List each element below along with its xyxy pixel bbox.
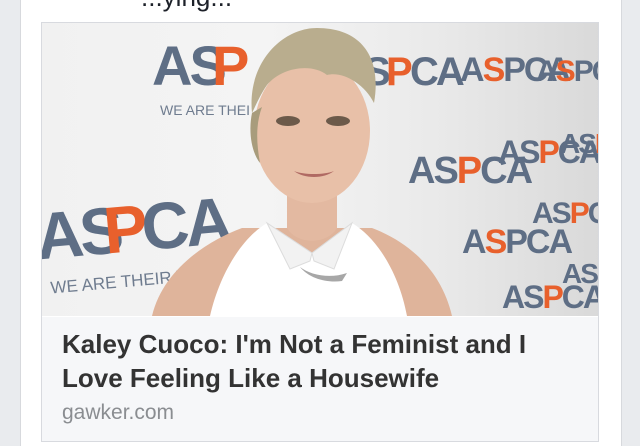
link-headline[interactable]: Kaley Cuoco: I'm Not a Feminist and I Lo… xyxy=(62,327,582,395)
svg-text:WE ARE THEI: WE ARE THEI xyxy=(160,102,250,118)
news-feed-column: ...ying... AS P WE ARE THEI AS P CA WE A… xyxy=(20,0,622,446)
svg-text:CA: CA xyxy=(410,50,464,94)
svg-text:ASPCA: ASPCA xyxy=(536,55,599,88)
photo-aspca-backdrop: AS P WE ARE THEI AS P CA WE ARE THEIR VO… xyxy=(42,28,599,316)
link-preview-image[interactable]: AS P WE ARE THEI AS P CA WE ARE THEIR VO… xyxy=(42,23,599,316)
link-preview-caption[interactable]: Kaley Cuoco: I'm Not a Feminist and I Lo… xyxy=(42,317,598,441)
backdrop-logo-large-top: AS P WE ARE THEI xyxy=(152,34,251,118)
svg-text:P: P xyxy=(212,34,248,97)
backdrop-logo-top-mid: S P CA xyxy=(364,50,467,94)
svg-text:ASPCA: ASPCA xyxy=(562,258,599,289)
svg-text:P: P xyxy=(386,50,412,94)
svg-text:ASPCA: ASPCA xyxy=(560,128,599,159)
link-preview-card[interactable]: AS P WE ARE THEI AS P CA WE ARE THEIR VO… xyxy=(41,22,599,442)
post-text-fragment: ...ying... xyxy=(141,0,232,13)
svg-text:ASPCA: ASPCA xyxy=(532,197,599,230)
link-source-domain: gawker.com xyxy=(62,401,175,424)
